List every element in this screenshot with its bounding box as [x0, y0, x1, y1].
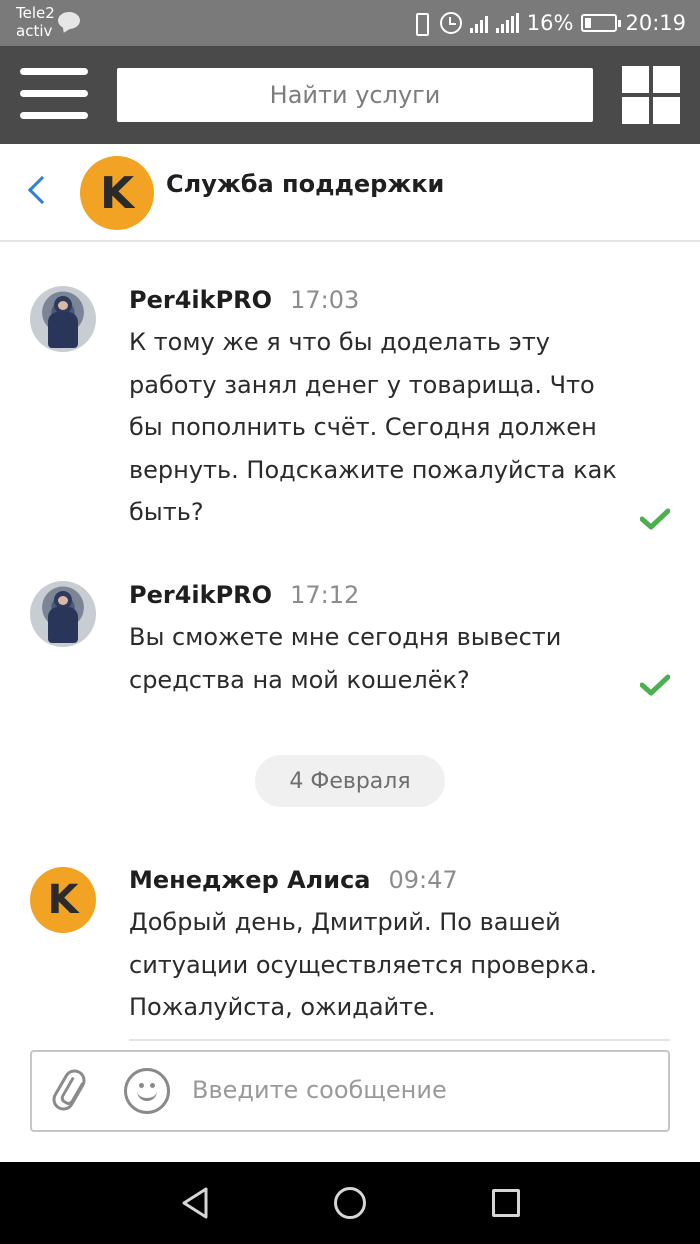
message-time: 17:03 — [290, 286, 360, 314]
author-name: Per4ikPRO — [129, 286, 273, 314]
checkmark-icon — [640, 674, 670, 696]
message-text: Добрый день, Дмитрий. По вашей ситуации … — [129, 908, 597, 1021]
message-author: Per4ikPRO 17:12 — [129, 581, 359, 609]
avatar[interactable] — [30, 286, 96, 352]
battery-percent: 16% — [526, 11, 574, 35]
battery-icon — [581, 14, 622, 32]
signal-icon-2 — [495, 13, 519, 33]
author-name: Менеджер Алиса — [129, 866, 371, 894]
grid-icon[interactable] — [622, 66, 680, 124]
carrier-name: Tele2 — [16, 4, 55, 22]
author-name: Per4ikPRO — [129, 581, 273, 609]
message-time: 17:12 — [290, 581, 360, 609]
message-text: Вы сможете мне сегодня вывести средства … — [129, 623, 562, 694]
avatar[interactable] — [30, 581, 96, 647]
carrier-label: Tele2 activ — [16, 4, 55, 40]
chat-title: Служба поддержки — [166, 170, 445, 198]
logo-letter: K — [99, 167, 135, 219]
divider — [129, 1039, 670, 1041]
chat-header: K Служба поддержки — [0, 144, 700, 242]
message-author: Менеджер Алиса 09:47 — [129, 866, 458, 894]
speech-bubble-icon — [58, 12, 80, 29]
checkmark-icon — [640, 508, 670, 530]
search-services-input[interactable]: Найти услуги — [117, 68, 593, 122]
back-arrow-icon[interactable] — [27, 175, 57, 205]
paperclip-icon[interactable] — [48, 1065, 90, 1115]
date-separator: 4 Февраля — [255, 755, 445, 807]
smiley-icon[interactable] — [124, 1068, 170, 1114]
support-logo: K — [80, 156, 154, 230]
message-composer — [30, 1050, 670, 1132]
status-bar: Tele2 activ 16% 20:19 — [0, 0, 700, 46]
message-text: К тому же я что бы доделать эту работу з… — [129, 328, 617, 526]
menu-icon[interactable] — [20, 68, 88, 120]
carrier-status: activ — [16, 22, 53, 40]
nav-recent-icon[interactable] — [492, 1189, 520, 1217]
signal-icon — [469, 13, 488, 33]
logo-letter: K — [47, 877, 79, 923]
alarm-icon — [439, 12, 462, 34]
status-icons: 16% 20:19 — [410, 9, 686, 37]
nav-back-icon[interactable] — [180, 1186, 210, 1220]
nav-home-icon[interactable] — [334, 1187, 366, 1219]
clock: 20:19 — [625, 11, 686, 35]
vibrate-icon — [410, 12, 432, 36]
manager-avatar[interactable]: K — [30, 867, 96, 933]
message-input[interactable] — [192, 1070, 652, 1110]
system-nav-bar — [0, 1162, 700, 1244]
app-bar: Найти услуги — [0, 46, 700, 144]
message-author: Per4ikPRO 17:03 — [129, 286, 359, 314]
message-time: 09:47 — [388, 866, 458, 894]
search-placeholder: Найти услуги — [269, 81, 441, 109]
